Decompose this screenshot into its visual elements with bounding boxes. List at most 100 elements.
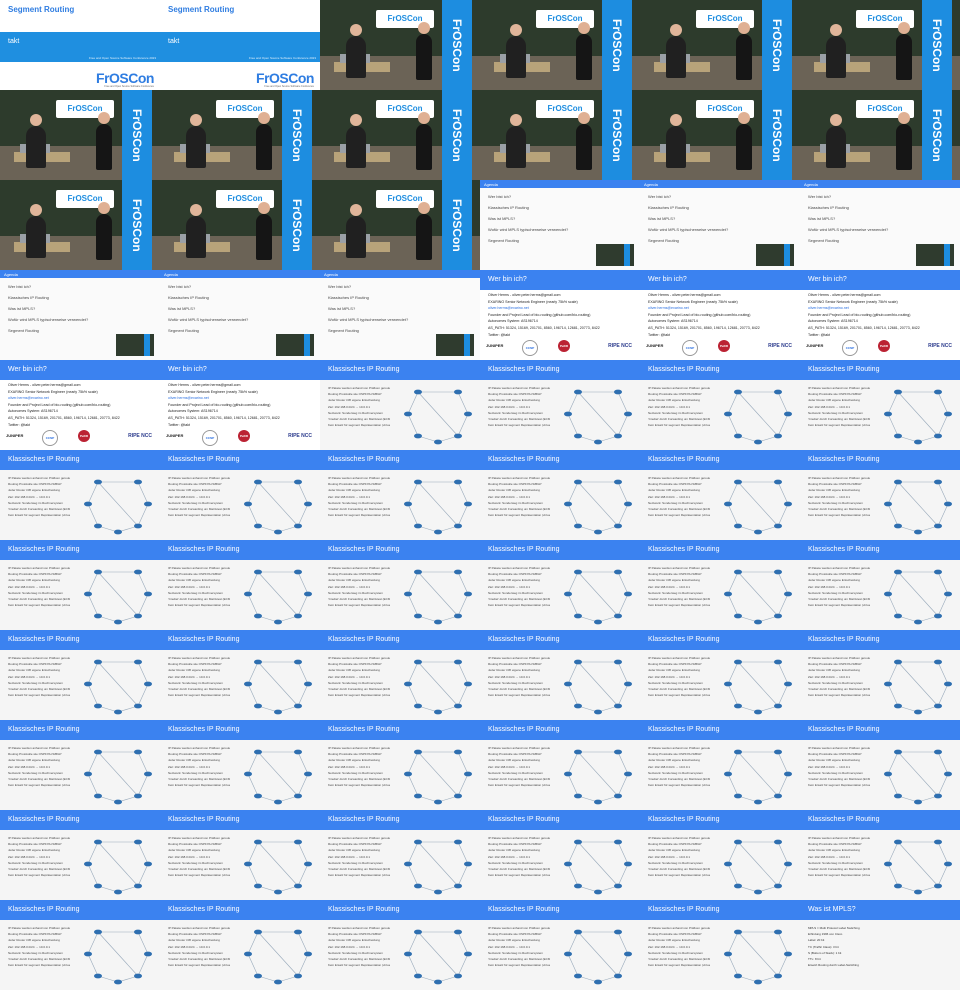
slide-who[interactable]: Wer bin ich? Oliver Herms - oliver.peter… [800,270,960,360]
slide-routing[interactable]: Klassisches IP Routing IP Pakete werden … [480,450,640,540]
slide-routing[interactable]: Klassisches IP Routing IP Pakete werden … [480,360,640,450]
router-node [144,861,152,867]
slide-routing[interactable]: Klassisches IP Routing IP Pakete werden … [0,810,160,900]
slide-routing[interactable]: Klassisches IP Routing IP Pakete werden … [480,900,640,990]
slide-routing[interactable]: Klassisches IP Routing IP Pakete werden … [160,720,320,810]
slide-agenda[interactable]: Agenda Wer bist ich? Klassisches IP Rout… [0,270,160,360]
slide-mpls[interactable]: Was ist MPLS? MPLS = Multi Protocol Labe… [800,900,960,990]
slide-routing[interactable]: Klassisches IP Routing IP Pakete werden … [320,900,480,990]
video-frame[interactable]: FrOSCon FrOSCon [0,180,160,270]
slide-routing[interactable]: Klassisches IP Routing IP Pakete werden … [480,810,640,900]
slide-routing[interactable]: Klassisches IP Routing IP Pakete werden … [480,540,640,630]
slide-subtitle: takt [8,38,20,45]
slide-title[interactable]: Segment Routing takt Free and Open Sourc… [0,0,160,90]
slide-routing[interactable]: Klassisches IP Routing IP Pakete werden … [640,450,800,540]
video-frame[interactable]: FrOSCon FrOSCon [160,180,320,270]
routing-line: Kein Ersatz für segment Repräsentation (… [328,963,390,968]
who-link[interactable]: oliver.herms@exarino.net [808,306,952,310]
slide-routing[interactable]: Klassisches IP Routing IP Pakete werden … [320,540,480,630]
routing-line: 'Crediet' durch Forwarding um Matrixtest… [8,506,70,511]
slide-routing[interactable]: Klassisches IP Routing IP Pakete werden … [640,900,800,990]
slide-routing[interactable]: Klassisches IP Routing IP Pakete werden … [320,810,480,900]
who-link[interactable]: oliver.herms@exarino.net [8,396,152,400]
router-node [94,883,102,889]
slide-who[interactable]: Wer bin ich? Oliver Herms - oliver.peter… [480,270,640,360]
video-frame[interactable]: FrOSCon FrOSCon [0,90,160,180]
who-link[interactable]: oliver.herms@exarino.net [168,396,312,400]
slide-routing[interactable]: Klassisches IP Routing IP Pakete werden … [0,900,160,990]
router-node [254,929,262,935]
slide-routing[interactable]: Klassisches IP Routing IP Pakete werden … [320,450,480,540]
slide-routing[interactable]: Klassisches IP Routing IP Pakete werden … [640,810,800,900]
who-link[interactable]: oliver.herms@exarino.net [648,306,792,310]
video-frame[interactable]: FrOSCon FrOSCon [480,0,640,90]
slide-routing[interactable]: Klassisches IP Routing IP Pakete werden … [0,450,160,540]
router-node [614,929,622,935]
slide-agenda[interactable]: Agenda Wer bist ich? Klassisches IP Rout… [160,270,320,360]
slide-routing[interactable]: Klassisches IP Routing IP Pakete werden … [320,630,480,720]
slide-title[interactable]: Segment Routing takt Free and Open Sourc… [160,0,320,90]
slide-routing[interactable]: Klassisches IP Routing IP Pakete werden … [800,360,960,450]
froscon-banner: FrOSCon [282,180,312,270]
router-node [574,703,582,709]
routing-title: Klassisches IP Routing [320,450,480,470]
routing-body: IP Pakete werden anhand von Präfixen ger… [320,830,480,900]
video-frame[interactable]: FrOSCon FrOSCon [800,0,960,90]
slide-routing[interactable]: Klassisches IP Routing IP Pakete werden … [640,720,800,810]
slide-who[interactable]: Wer bin ich? Oliver Herms - oliver.peter… [160,360,320,450]
slide-routing[interactable]: Klassisches IP Routing IP Pakete werden … [160,900,320,990]
speaker-2 [896,112,912,170]
slide-routing[interactable]: Klassisches IP Routing IP Pakete werden … [800,630,960,720]
slide-who[interactable]: Wer bin ich? Oliver Herms - oliver.peter… [640,270,800,360]
slide-routing[interactable]: Klassisches IP Routing IP Pakete werden … [160,450,320,540]
slide-agenda[interactable]: Agenda Wer bist ich? Klassisches IP Rout… [800,180,960,270]
slide-routing[interactable]: Klassisches IP Routing IP Pakete werden … [800,720,960,810]
slide-routing[interactable]: Klassisches IP Routing IP Pakete werden … [800,810,960,900]
slide-meta: Free and Open Source Software Conference… [88,56,156,60]
slide-routing[interactable]: Klassisches IP Routing IP Pakete werden … [640,540,800,630]
slide-routing[interactable]: Klassisches IP Routing IP Pakete werden … [800,540,960,630]
slide-routing[interactable]: Klassisches IP Routing IP Pakete werden … [480,720,640,810]
video-frame[interactable]: FrOSCon FrOSCon [320,0,480,90]
slide-routing[interactable]: Klassisches IP Routing IP Pakete werden … [640,630,800,720]
slide-routing[interactable]: Klassisches IP Routing IP Pakete werden … [0,720,160,810]
video-frame[interactable]: FrOSCon FrOSCon [800,90,960,180]
slide-routing[interactable]: Klassisches IP Routing IP Pakete werden … [0,540,160,630]
video-frame[interactable]: FrOSCon FrOSCon [640,0,800,90]
slide-routing[interactable]: Klassisches IP Routing IP Pakete werden … [480,630,640,720]
routing-line: Jeder Router trifft eigene Entscheidung [648,668,700,673]
slide-who[interactable]: Wer bin ich? Oliver Herms - oliver.peter… [0,360,160,450]
slide-footer: FrOSCon Free and Open Source Software Co… [0,62,160,90]
slide-agenda[interactable]: Agenda Wer bist ich? Klassisches IP Rout… [640,180,800,270]
routing-text: IP Pakete werden anhand von Präfixen ger… [488,476,550,519]
slide-routing[interactable]: Klassisches IP Routing IP Pakete werden … [0,630,160,720]
slide-routing[interactable]: Klassisches IP Routing IP Pakete werden … [800,450,960,540]
router-topology-diagram [244,659,312,715]
logo-row: JUNIPER CCNP PeDR RIPE NCC [486,340,634,356]
routing-line: Netzwerk: Sonderweg im Rechnersystem [168,680,224,685]
routing-line: Netzwerk: Sonderweg im Rechnersystem [168,500,224,505]
routing-line: Routing Protokolle wie OSPF/IS-IS/BGP [808,842,862,847]
routing-line: IP Pakete werden anhand von Präfixen ger… [488,476,550,480]
routing-line: Kein Ersatz für segment Repräsentation (… [328,603,390,608]
video-frame[interactable]: FrOSCon FrOSCon [640,90,800,180]
speaker-thumbnail [116,334,154,356]
pedr-logo: PeDR [718,340,730,352]
video-frame[interactable]: FrOSCon FrOSCon [160,90,320,180]
who-link[interactable]: oliver.herms@exarino.net [488,306,632,310]
slide-agenda[interactable]: Agenda Wer bist ich? Klassisches IP Rout… [480,180,640,270]
slide-routing[interactable]: Klassisches IP Routing IP Pakete werden … [160,630,320,720]
router-node [934,793,942,799]
slide-routing[interactable]: Klassisches IP Routing IP Pakete werden … [320,360,480,450]
slide-agenda[interactable]: Agenda Wer bist ich? Klassisches IP Rout… [320,270,480,360]
router-node [304,681,312,687]
slide-routing[interactable]: Klassisches IP Routing IP Pakete werden … [160,540,320,630]
slide-routing[interactable]: Klassisches IP Routing IP Pakete werden … [320,720,480,810]
slide-routing[interactable]: Klassisches IP Routing IP Pakete werden … [160,810,320,900]
video-frame[interactable]: FrOSCon FrOSCon [320,180,480,270]
video-frame[interactable]: FrOSCon FrOSCon [480,90,640,180]
router-node [574,973,582,979]
slide-routing[interactable]: Klassisches IP Routing IP Pakete werden … [640,360,800,450]
router-node [784,591,792,597]
video-frame[interactable]: FrOSCon FrOSCon [320,90,480,180]
